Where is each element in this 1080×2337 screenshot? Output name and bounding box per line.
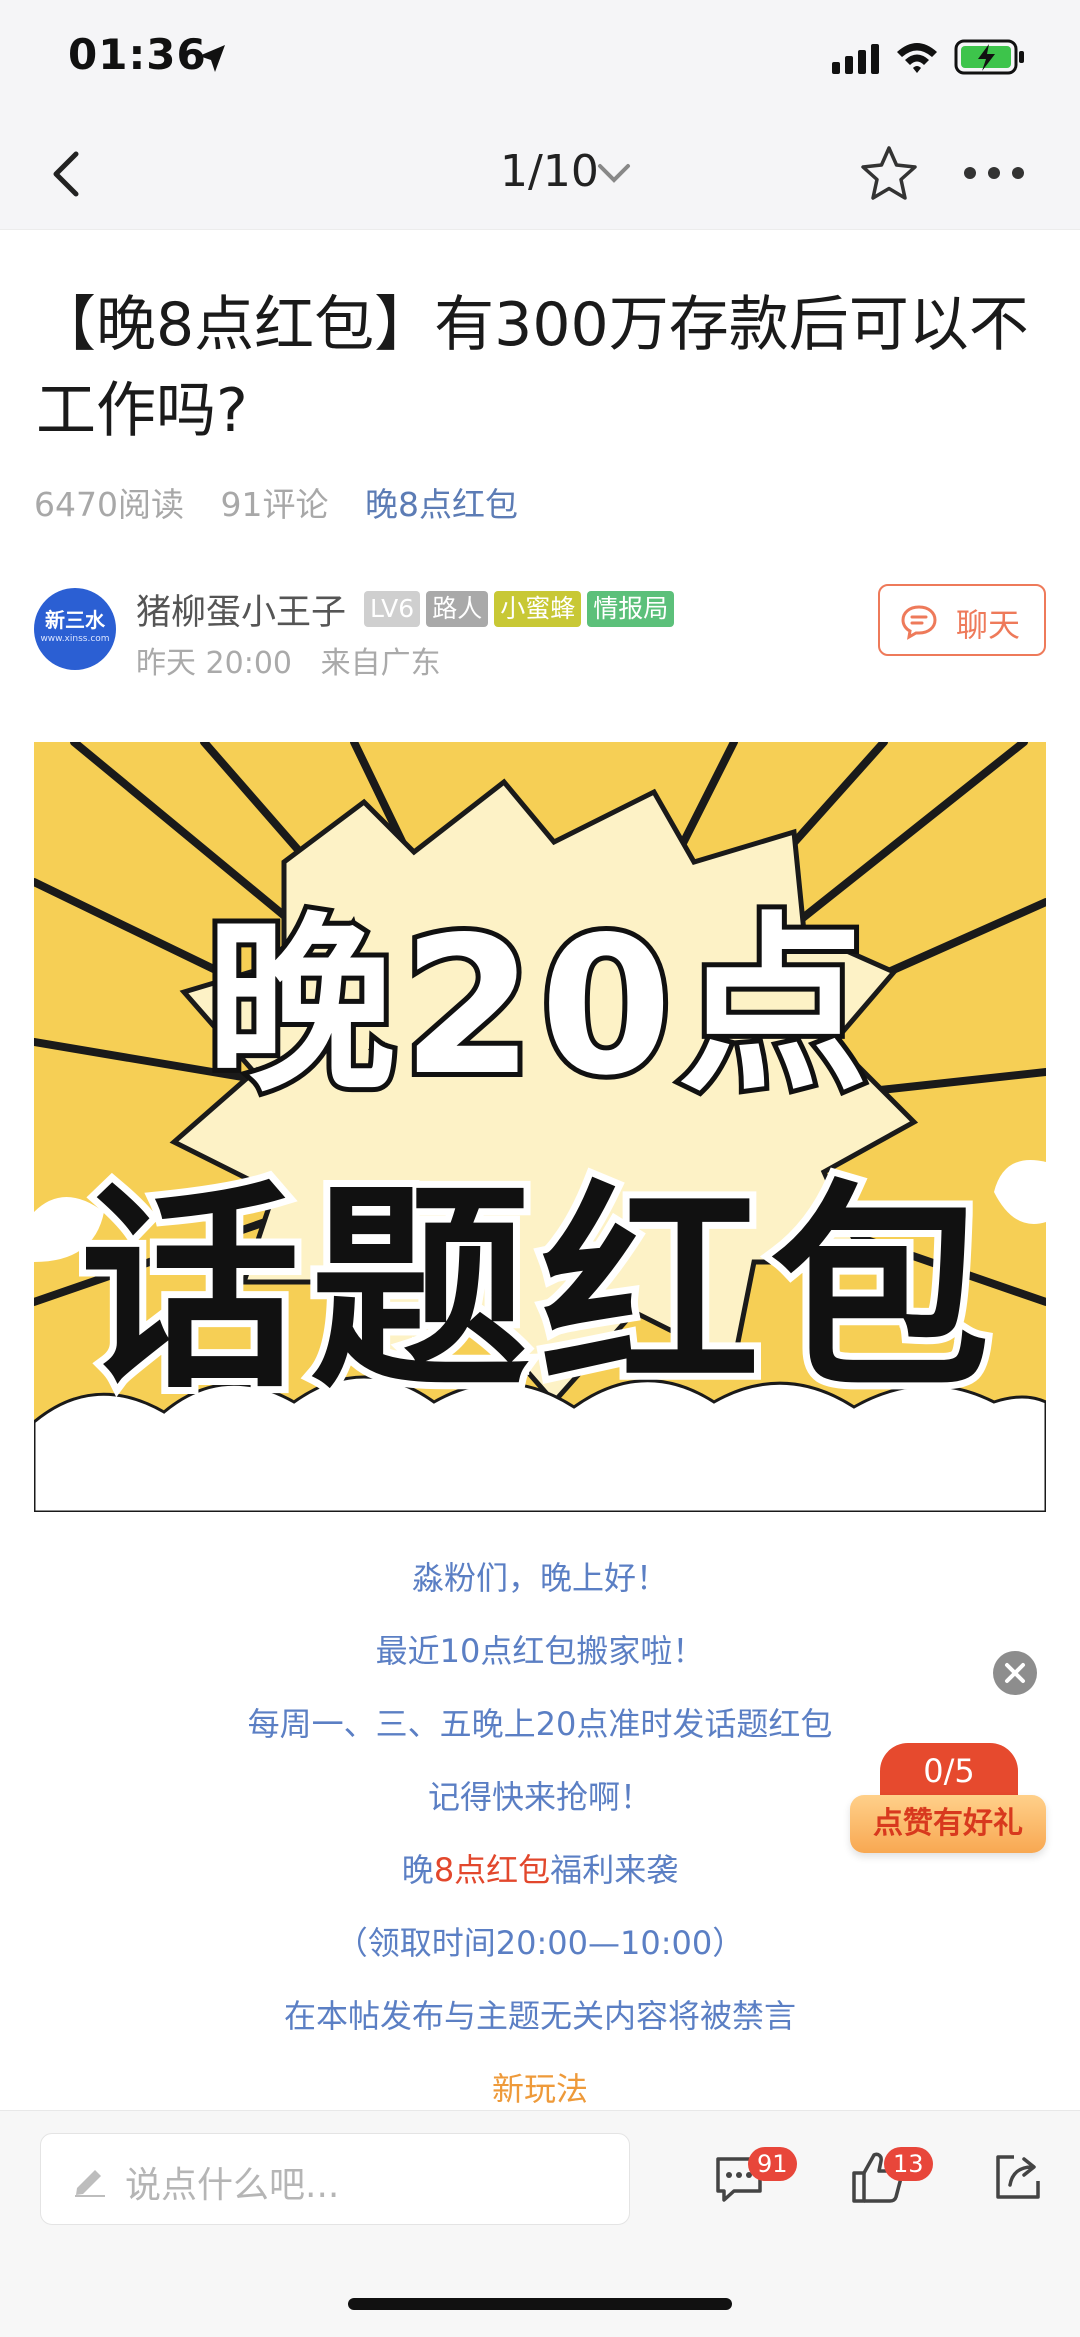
favorite-star-icon[interactable] (858, 144, 920, 204)
avatar-logo-url: www.xinss.com (40, 634, 110, 644)
author-badges: LV6 路人 小蜜蜂 情报局 (364, 591, 675, 627)
body-highlight: 8点红包 (433, 1851, 551, 1889)
battery-charging-icon (954, 39, 1024, 75)
chat-bubble-icon (901, 605, 937, 640)
banner-line-1: 晚20点 (201, 891, 875, 1122)
nav-bar: 1/10 (0, 118, 1080, 230)
chat-button[interactable]: 聊天 (878, 584, 1046, 656)
comment-placeholder: 说点什么吧... (125, 2165, 340, 2206)
body-text: 晚 (401, 1851, 434, 1889)
location-arrow-icon (199, 45, 225, 72)
topic-link[interactable]: 晚8点红包 (365, 485, 518, 524)
avatar-logo-text: 新三水 (45, 608, 105, 632)
pen-icon (75, 2170, 105, 2197)
bee-badge: 小蜜蜂 (494, 591, 582, 627)
intel-badge: 情报局 (587, 591, 675, 627)
share-icon[interactable] (992, 2151, 1044, 2203)
title-badge: 路人 (426, 591, 489, 627)
body-line: （领取时间20:00—10:00） (335, 1924, 745, 1962)
author-name[interactable]: 猪柳蛋小王子 (136, 584, 346, 635)
reward-progress: 0/5 (880, 1743, 1018, 1799)
level-badge: LV6 (364, 591, 421, 627)
close-widget-button[interactable] (993, 1651, 1037, 1695)
like-count-badge: 13 (884, 2147, 933, 2181)
body-line: 在本帖发布与主题无关内容将被禁言 (283, 1997, 796, 2035)
body-line: 最近10点红包搬家啦！ (375, 1632, 705, 1670)
close-icon (1005, 1663, 1025, 1683)
status-bar: 01:36 (0, 0, 1080, 118)
cellular-signal-icon (832, 44, 879, 74)
post-banner-image: 晚20点 话题红包 (34, 742, 1046, 1512)
more-options-icon[interactable] (962, 158, 1026, 188)
avatar[interactable]: 新三水 www.xinss.com (34, 588, 116, 670)
status-time: 01:36 (68, 30, 207, 79)
post-time: 昨天 20:00 来自广东 (136, 638, 441, 682)
body-text: 福利来袭 (550, 1851, 679, 1889)
back-icon[interactable] (40, 146, 96, 202)
chevron-down-icon[interactable] (596, 162, 632, 186)
body-line: 淼粉们，晚上好！ (411, 1559, 668, 1597)
page-indicator[interactable]: 1/10 (500, 146, 599, 197)
reward-label: 点赞有好礼 (850, 1795, 1046, 1853)
banner-line-2: 话题红包 (73, 1155, 1000, 1425)
post-meta: 6470阅读 91评论 晚8点红包 (34, 478, 544, 526)
read-count: 6470阅读 (34, 485, 184, 524)
comment-count: 91评论 (220, 485, 329, 524)
wifi-icon (897, 43, 937, 73)
like-reward-widget[interactable]: 0/5 点赞有好礼 (850, 1743, 1046, 1855)
comment-count-badge: 91 (748, 2147, 797, 2181)
post-date: 昨天 20:00 (136, 646, 292, 681)
post-title: 【晚8点红包】有300万存款后可以不工作吗? (36, 290, 1029, 446)
post-location: 来自广东 (320, 646, 441, 681)
home-indicator[interactable] (348, 2298, 732, 2310)
chat-label: 聊天 (956, 606, 1021, 644)
comment-input[interactable]: 说点什么吧... (40, 2133, 630, 2225)
